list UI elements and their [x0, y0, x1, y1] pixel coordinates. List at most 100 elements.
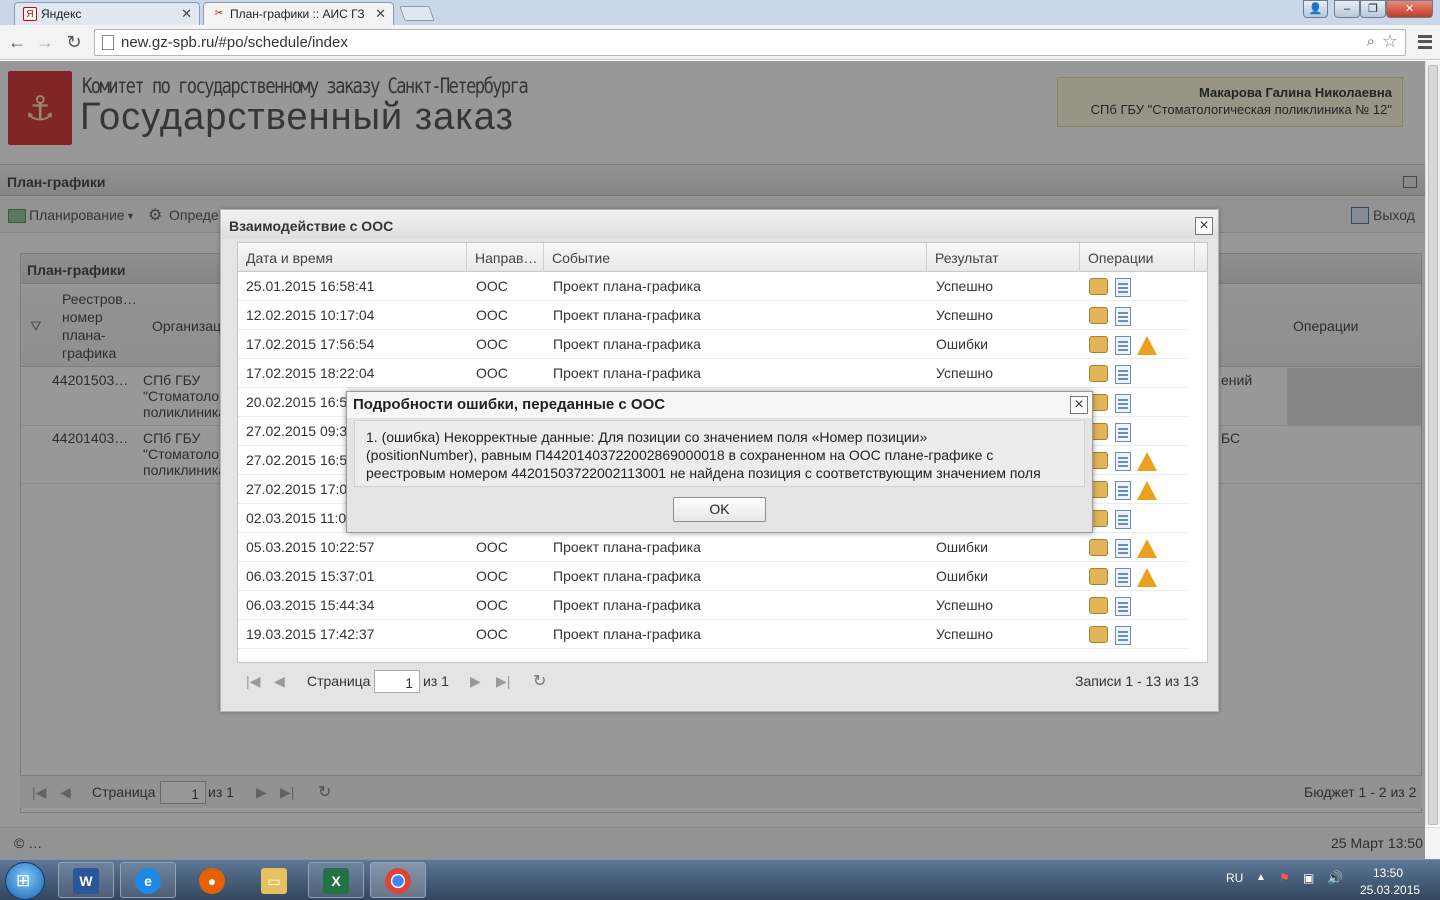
cell-date: 27.02.2015 16:5 — [246, 452, 348, 468]
taskbar-word[interactable]: W — [58, 862, 114, 898]
browser-toolbar: ← → ↻ new.gz-spb.ru/#po/schedule/index ⌕… — [0, 25, 1440, 60]
page-count: из 1 — [423, 673, 449, 689]
cell-direction: ООС — [476, 568, 508, 584]
document-icon[interactable] — [1115, 336, 1131, 355]
grid-header: Дата и время Направ… Событие Результат О… — [238, 243, 1207, 272]
taskbar-chrome[interactable] — [370, 862, 426, 898]
cell-event: Проект плана-графика — [553, 626, 701, 642]
tray-time[interactable]: 13:50 — [1373, 866, 1403, 880]
document-icon[interactable] — [1115, 423, 1131, 442]
col-direction[interactable]: Направ… — [467, 243, 544, 272]
close-icon[interactable]: ✕ — [375, 6, 386, 22]
document-icon[interactable] — [1115, 481, 1131, 500]
col-date[interactable]: Дата и время — [238, 243, 467, 272]
firefox-icon: ● — [199, 868, 225, 894]
user-icon[interactable]: 👤 — [1303, 0, 1328, 18]
package-icon[interactable] — [1089, 597, 1108, 614]
cell-direction: ООС — [476, 597, 508, 613]
tab-schedules[interactable]: ✂ План-графики :: АИС ГЗ ✕ — [203, 2, 394, 25]
package-icon[interactable] — [1089, 365, 1108, 382]
document-icon[interactable] — [1115, 539, 1131, 558]
menu-icon[interactable] — [1418, 35, 1432, 49]
ok-button[interactable]: OK — [673, 497, 766, 522]
package-icon[interactable] — [1089, 278, 1108, 295]
network-icon[interactable]: ▣ — [1303, 871, 1314, 885]
warning-icon[interactable] — [1137, 539, 1157, 558]
table-row[interactable]: 12.02.2015 10:17:04 ООС Проект плана-графи… — [238, 301, 1188, 330]
cell-date: 20.02.2015 16:5 — [246, 394, 348, 410]
first-page-icon[interactable]: |◀ — [246, 673, 260, 690]
window-close-button[interactable]: ✕ — [1386, 0, 1433, 18]
taskbar-ie[interactable]: e — [120, 862, 176, 898]
forward-arrow-icon[interactable]: → — [34, 32, 56, 54]
language-indicator[interactable]: RU — [1226, 871, 1243, 885]
document-icon[interactable] — [1115, 394, 1131, 413]
dialog-close-button[interactable]: × — [1195, 217, 1213, 235]
document-icon[interactable] — [1115, 626, 1131, 645]
tab-label: Яндекс — [41, 7, 82, 21]
tray-arrow-icon[interactable]: ▲ — [1256, 872, 1266, 883]
warning-icon[interactable] — [1137, 481, 1157, 500]
minimize-button[interactable]: – — [1334, 0, 1360, 18]
cell-date: 17.02.2015 17:56:54 — [246, 336, 375, 352]
table-row[interactable]: 17.02.2015 18:22:04 ООС Проект плана-графи… — [238, 359, 1188, 388]
document-icon[interactable] — [1115, 510, 1131, 529]
flag-icon[interactable]: ⚑ — [1279, 871, 1290, 885]
cell-direction: ООС — [476, 539, 508, 555]
cell-event: Проект плана-графика — [553, 307, 701, 323]
word-icon: W — [73, 868, 99, 894]
error-dialog-close-button[interactable]: × — [1070, 396, 1088, 414]
document-icon[interactable] — [1115, 568, 1131, 587]
refresh-icon[interactable]: ↻ — [533, 671, 546, 691]
volume-icon[interactable]: 🔊 — [1327, 870, 1343, 886]
browser-tabstrip: Я Яндекс ✕ ✂ План-графики :: АИС ГЗ ✕ 👤 … — [0, 0, 1440, 25]
tab-yandex[interactable]: Я Яндекс ✕ — [14, 2, 200, 25]
cell-result: Ошибки — [936, 336, 988, 352]
package-icon[interactable] — [1089, 307, 1108, 324]
warning-icon[interactable] — [1137, 336, 1157, 355]
document-icon[interactable] — [1115, 597, 1131, 616]
search-icon[interactable]: ⌕ — [1367, 33, 1375, 50]
package-icon[interactable] — [1089, 539, 1108, 556]
page-scrollbar[interactable] — [1425, 61, 1440, 825]
cell-direction: ООС — [476, 365, 508, 381]
package-icon[interactable] — [1089, 336, 1108, 353]
maximize-button[interactable]: ❐ — [1360, 0, 1386, 18]
wrench-icon: ✂ — [214, 8, 224, 19]
back-arrow-icon[interactable]: ← — [6, 32, 28, 54]
document-icon[interactable] — [1115, 278, 1131, 297]
address-bar[interactable]: new.gz-spb.ru/#po/schedule/index ⌕ ☆ — [94, 29, 1406, 56]
taskbar-explorer[interactable]: ▭ — [246, 862, 302, 898]
reload-icon[interactable]: ↻ — [63, 32, 85, 54]
new-tab-button[interactable] — [399, 6, 435, 21]
page-input[interactable]: 1 — [374, 670, 420, 693]
prev-page-icon[interactable]: ◀ — [274, 673, 285, 690]
next-page-icon[interactable]: ▶ — [470, 673, 481, 690]
table-row[interactable]: 19.03.2015 17:42:37 ООС Проект плана-графи… — [238, 620, 1188, 649]
document-icon[interactable] — [1115, 307, 1131, 326]
table-row[interactable]: 05.03.2015 10:22:57 ООС Проект плана-графи… — [238, 533, 1188, 562]
taskbar-excel[interactable]: X — [308, 862, 364, 898]
warning-icon[interactable] — [1137, 568, 1157, 587]
table-row[interactable]: 06.03.2015 15:37:01 ООС Проект плана-графи… — [238, 562, 1188, 591]
col-result[interactable]: Результат — [927, 243, 1080, 272]
star-icon[interactable]: ☆ — [1382, 31, 1398, 52]
url-text: new.gz-spb.ru/#po/schedule/index — [121, 34, 348, 51]
document-icon[interactable] — [1115, 452, 1131, 471]
last-page-icon[interactable]: ▶| — [496, 673, 510, 690]
close-icon[interactable]: ✕ — [181, 6, 192, 22]
ie-icon: e — [135, 868, 161, 894]
start-button[interactable]: ⊞ — [5, 862, 45, 900]
col-event[interactable]: Событие — [544, 243, 927, 272]
error-line: реестровым номером 44201503722002113001 … — [366, 465, 1041, 481]
table-row[interactable]: 25.01.2015 16:58:41 ООС Проект плана-графи… — [238, 272, 1188, 301]
taskbar-firefox[interactable]: ● — [184, 862, 240, 898]
document-icon[interactable] — [1115, 365, 1131, 384]
table-row[interactable]: 17.02.2015 17:56:54 ООС Проект плана-графи… — [238, 330, 1188, 359]
package-icon[interactable] — [1089, 568, 1108, 585]
package-icon[interactable] — [1089, 626, 1108, 643]
warning-icon[interactable] — [1137, 452, 1157, 471]
cell-date: 25.01.2015 16:58:41 — [246, 278, 375, 294]
tray-date[interactable]: 25.03.2015 — [1360, 883, 1420, 897]
table-row[interactable]: 06.03.2015 15:44:34 ООС Проект плана-графи… — [238, 591, 1188, 620]
